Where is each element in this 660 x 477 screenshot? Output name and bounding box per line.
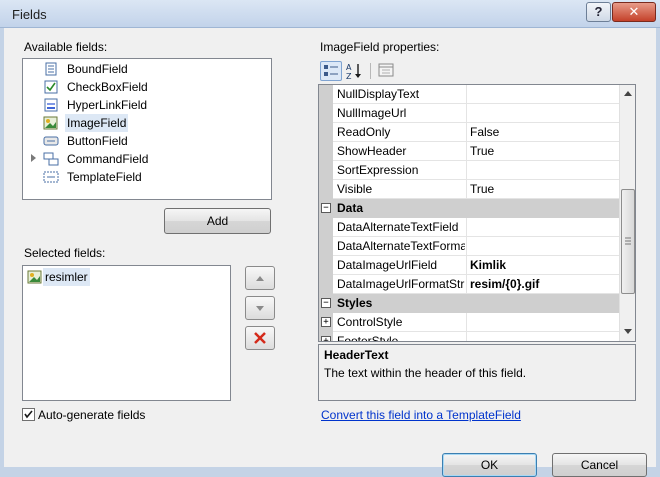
property-name: NullDisplayText [337, 87, 420, 101]
property-toolbar: AZ [318, 59, 636, 83]
property-row-footerstyle[interactable]: + FooterStyle [319, 332, 619, 342]
ok-button[interactable]: OK [442, 453, 537, 477]
property-name: DataAlternateTextField [337, 220, 459, 234]
property-value[interactable]: True [470, 144, 618, 158]
auto-generate-label: Auto-generate fields [38, 408, 146, 422]
close-icon: ✕ [628, 4, 640, 19]
collapse-icon[interactable]: − [321, 203, 331, 213]
collapse-icon[interactable]: − [321, 298, 331, 308]
move-up-button[interactable] [245, 266, 275, 290]
property-name: ShowHeader [337, 144, 407, 158]
property-value[interactable]: True [470, 182, 618, 196]
list-item-label: resimler [43, 268, 90, 286]
tree-item-label: HyperLinkField [67, 98, 148, 112]
expand-icon[interactable]: + [321, 336, 331, 341]
add-button[interactable]: Add [164, 208, 271, 234]
selected-fields-list[interactable]: resimler [22, 265, 231, 401]
property-row-dataimageurlfield[interactable]: DataImageUrlField Kimlik [319, 256, 619, 275]
property-name: DataAlternateTextFormat [337, 239, 465, 253]
description-panel: HeaderText The text within the header of… [318, 344, 636, 401]
scroll-thumb[interactable] [621, 189, 635, 294]
property-value[interactable]: resim/{0}.gif [470, 277, 618, 291]
category-label: Styles [337, 296, 373, 310]
property-grid[interactable]: NullDisplayText NullImageUrl ReadOnly Fal… [318, 84, 636, 342]
property-name: DataImageUrlField [337, 258, 438, 272]
expand-icon[interactable]: + [321, 317, 331, 327]
delete-button[interactable] [245, 326, 275, 350]
description-text: The text within the header of this field… [324, 366, 527, 380]
property-row-nulldisplaytext[interactable]: NullDisplayText [319, 85, 619, 104]
property-row-dataalternatetextfield[interactable]: DataAlternateTextField [319, 218, 619, 237]
property-name: SortExpression [337, 163, 419, 177]
description-title: HeaderText [324, 348, 389, 362]
property-row-dataimageurlformatstring[interactable]: DataImageUrlFormatString resim/{0}.gif [319, 275, 619, 294]
property-row-nullimageurl[interactable]: NullImageUrl [319, 104, 619, 123]
arrow-up-icon [256, 276, 264, 281]
categorized-icon [324, 65, 338, 76]
templatefield-icon [43, 171, 59, 183]
title-bar[interactable]: Fields ? ✕ [0, 0, 660, 28]
expand-arrow-icon[interactable] [31, 154, 36, 162]
help-button[interactable]: ? [586, 2, 611, 22]
grip-icon [625, 237, 631, 245]
property-name: Visible [337, 182, 373, 196]
imagefield-icon [27, 270, 42, 284]
categorized-button[interactable] [320, 61, 342, 81]
tree-item-label: ButtonField [67, 134, 128, 148]
tree-item-label: TemplateField [67, 170, 142, 184]
toolbar-separator [370, 63, 371, 79]
available-fields-list[interactable]: BoundField CheckBoxField HyperLinkField … [22, 58, 272, 200]
commandfield-icon [43, 152, 59, 166]
tree-item-label: CommandField [67, 152, 149, 166]
property-row-controlstyle[interactable]: + ControlStyle [319, 313, 619, 332]
auto-generate-checkbox[interactable] [22, 408, 35, 421]
checkmark-icon [24, 410, 33, 419]
property-grid-scrollbar[interactable] [619, 85, 635, 341]
category-data[interactable]: − Data [319, 199, 619, 218]
scroll-up-arrow-icon[interactable] [624, 91, 632, 96]
close-button[interactable]: ✕ [612, 2, 656, 22]
property-name: ControlStyle [337, 315, 403, 329]
checkboxfield-icon [44, 80, 58, 94]
property-name: NullImageUrl [337, 106, 407, 120]
buttonfield-icon [43, 136, 59, 146]
window-title: Fields [12, 7, 47, 22]
property-value[interactable]: False [470, 125, 618, 139]
svg-text:A: A [346, 63, 352, 72]
property-name: ReadOnly [337, 125, 391, 139]
cancel-button[interactable]: Cancel [552, 453, 647, 477]
available-fields-label: Available fields: [24, 40, 108, 54]
property-pages-icon [378, 63, 394, 77]
property-row-readonly[interactable]: ReadOnly False [319, 123, 619, 142]
property-row-visible[interactable]: Visible True [319, 180, 619, 199]
scroll-down-arrow-icon[interactable] [624, 329, 632, 334]
tree-item-label: BoundField [67, 62, 128, 76]
property-value[interactable]: Kimlik [470, 258, 618, 272]
imagefield-icon [43, 116, 58, 130]
arrow-down-icon [256, 306, 264, 311]
tree-item-label: ImageField [65, 114, 129, 132]
property-name: DataImageUrlFormatString [337, 277, 465, 291]
property-pages-button[interactable] [376, 61, 398, 81]
fields-dialog: Available fields: BoundField CheckBoxFie… [4, 28, 656, 477]
tree-item-label: CheckBoxField [67, 80, 148, 94]
property-name: FooterStyle [337, 334, 399, 342]
svg-text:Z: Z [346, 72, 352, 81]
boundfield-icon [45, 62, 57, 76]
help-icon: ? [594, 4, 603, 19]
convert-to-templatefield-link[interactable]: Convert this field into a TemplateField [321, 408, 521, 422]
selected-fields-label: Selected fields: [24, 246, 106, 260]
sort-az-icon: AZ [346, 63, 361, 81]
move-down-button[interactable] [245, 296, 275, 320]
category-label: Data [337, 201, 364, 215]
delete-x-icon [254, 332, 266, 344]
category-styles[interactable]: − Styles [319, 294, 619, 313]
property-row-sortexpression[interactable]: SortExpression [319, 161, 619, 180]
properties-label: ImageField properties: [320, 40, 440, 54]
property-row-showheader[interactable]: ShowHeader True [319, 142, 619, 161]
property-row-dataalternatetextformat[interactable]: DataAlternateTextFormat [319, 237, 619, 256]
alphabetical-button[interactable]: AZ [344, 61, 366, 81]
hyperlinkfield-icon [44, 98, 58, 112]
